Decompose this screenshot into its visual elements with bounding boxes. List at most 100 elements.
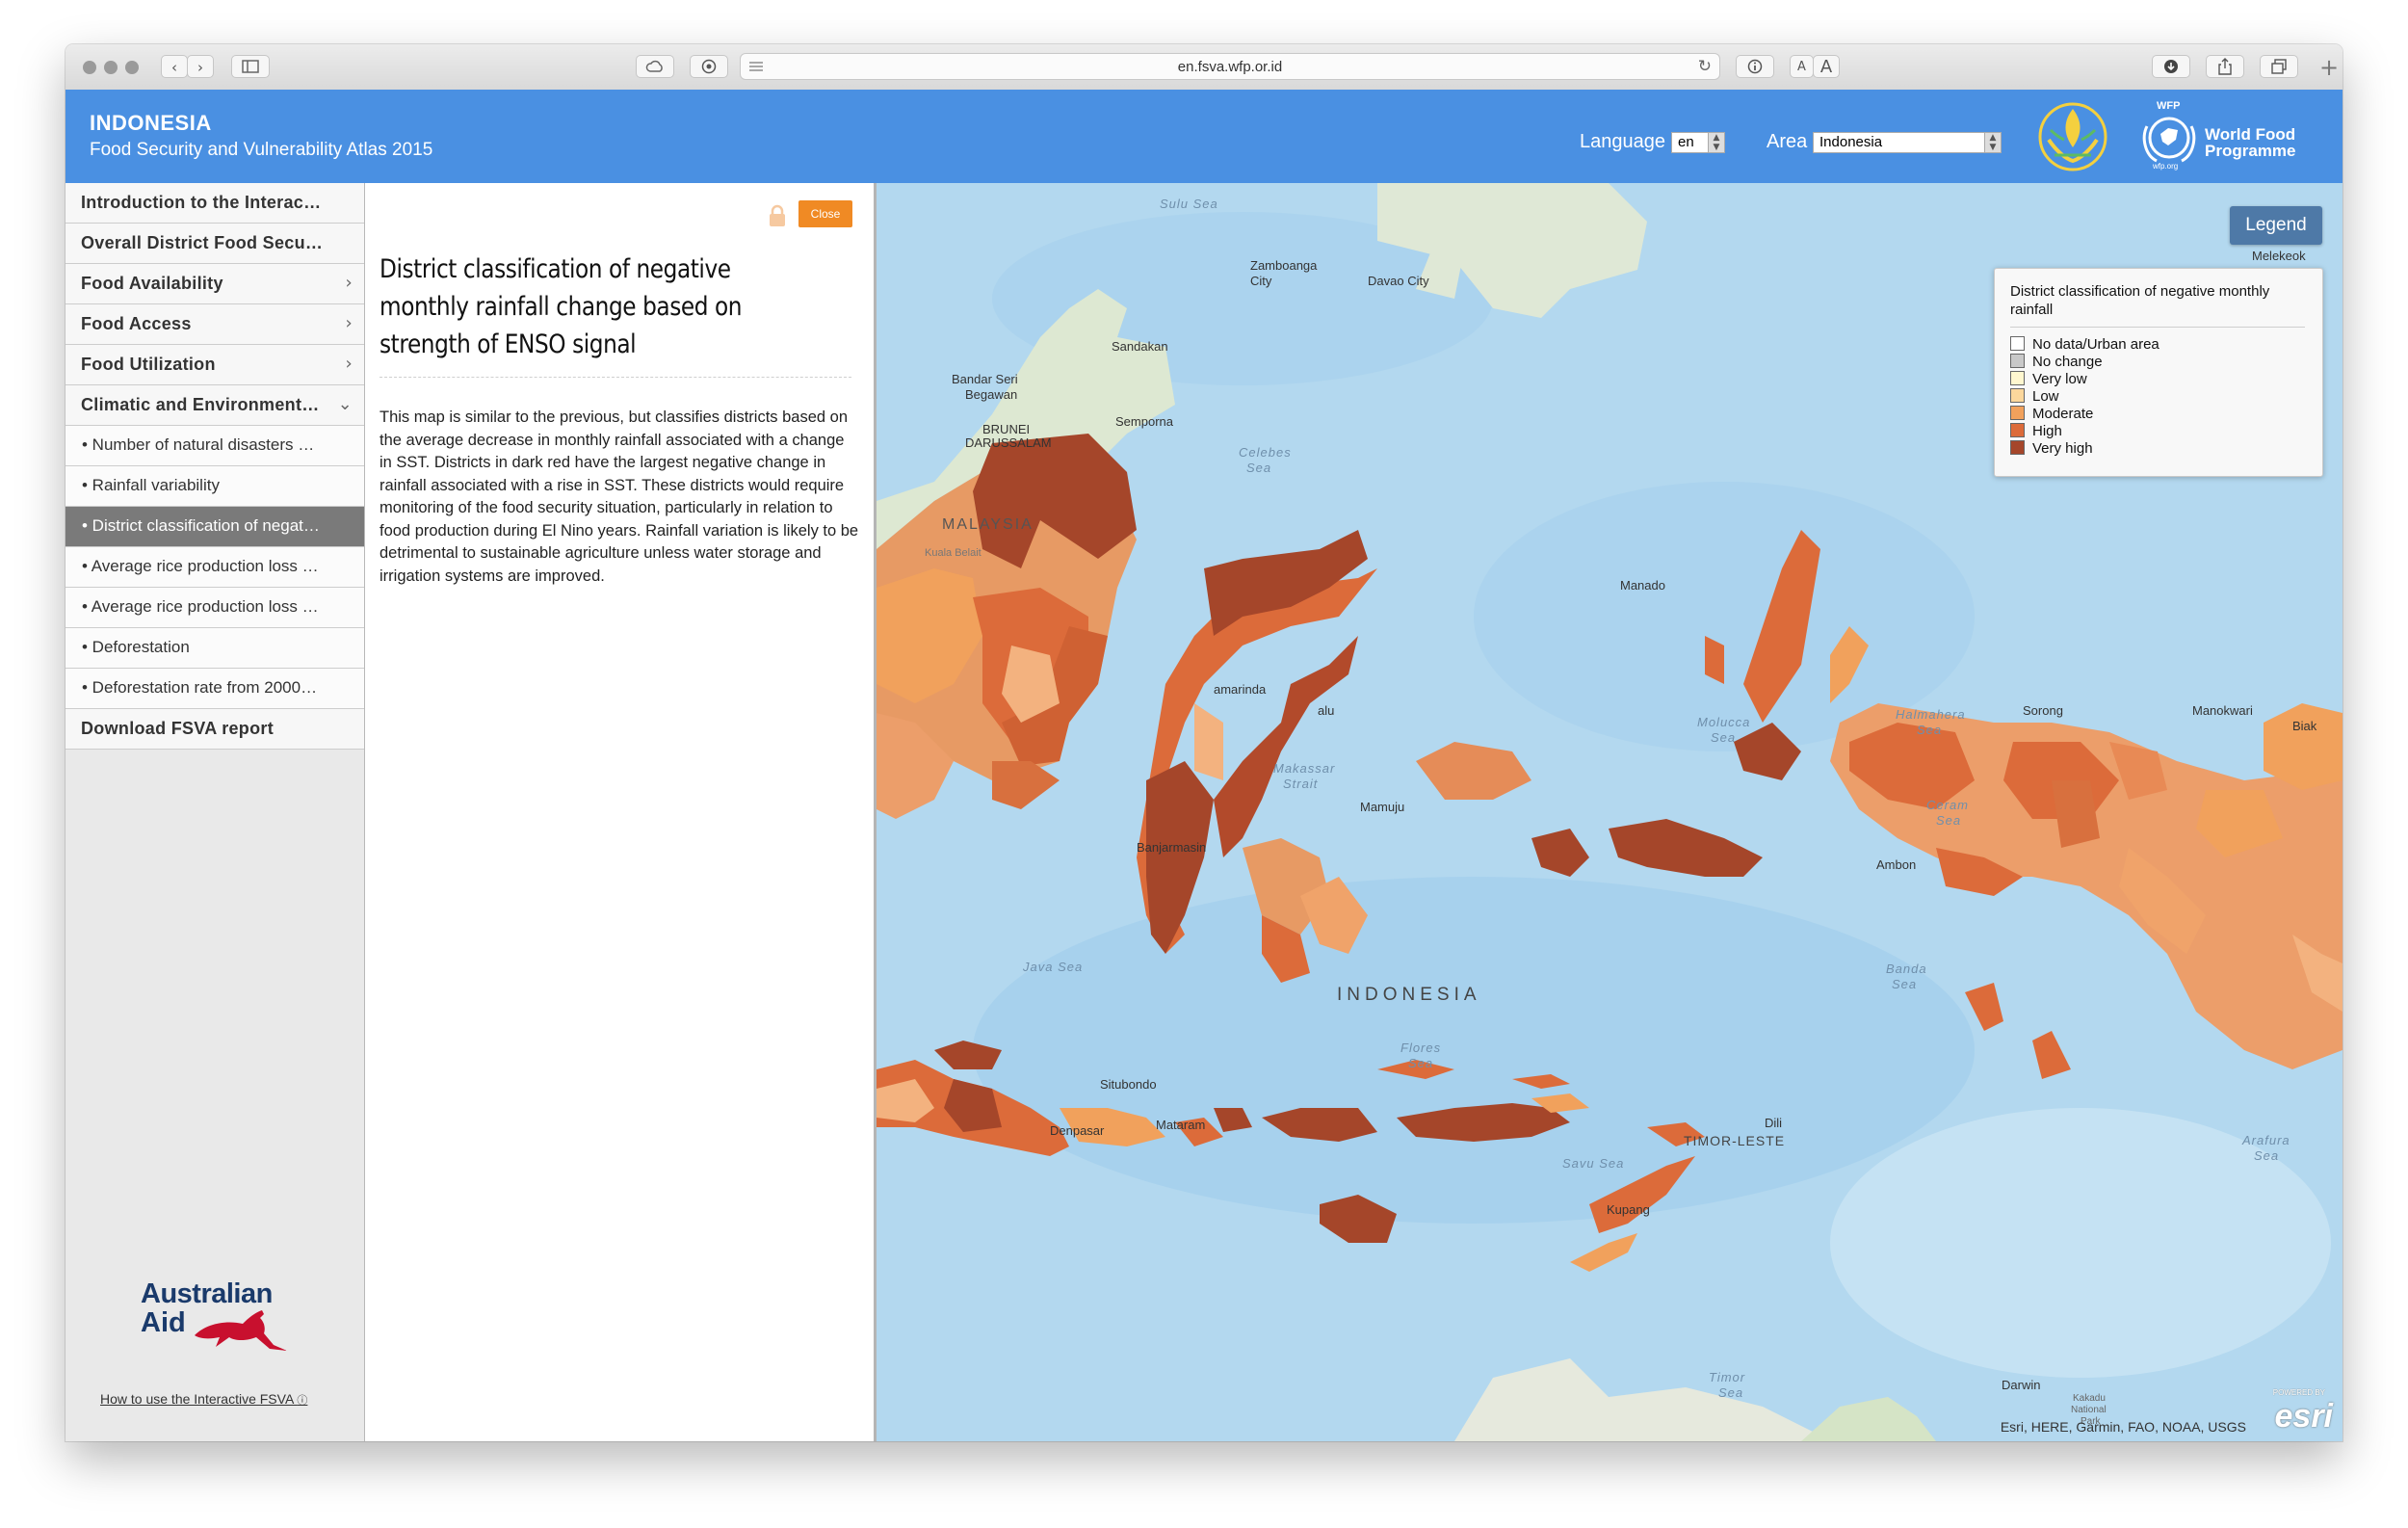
sidebar-item-label: Download FSVA report bbox=[81, 719, 275, 738]
legend-swatch bbox=[2010, 388, 2025, 403]
text-smaller-button[interactable]: A bbox=[1790, 55, 1814, 78]
legend-label: No data/Urban area bbox=[2032, 336, 2159, 353]
sidebar-item-food-access[interactable]: Food Access › bbox=[65, 304, 364, 345]
sidebar-item-introduction[interactable]: Introduction to the Interac… bbox=[65, 183, 364, 224]
back-button[interactable]: ‹ bbox=[161, 55, 188, 78]
map-label-ceram-sea: Sea bbox=[1936, 813, 1962, 828]
sidebar-item-download-report[interactable]: Download FSVA report bbox=[65, 709, 364, 750]
sidebar-subitem-rainfall-variability[interactable]: • Rainfall variability bbox=[65, 466, 364, 507]
sidebar-item-overall-district[interactable]: Overall District Food Secu… bbox=[65, 224, 364, 264]
language-select[interactable]: en ▲ ▼ bbox=[1671, 132, 1725, 153]
map-view[interactable]: Sulu Sea Zamboanga City Davao City Melek… bbox=[877, 183, 2343, 1441]
map-label-sorong: Sorong bbox=[2023, 703, 2063, 718]
close-panel-button[interactable]: Close bbox=[798, 200, 852, 227]
map-label-palu: alu bbox=[1318, 703, 1335, 718]
sidebar-subitem-district-classification[interactable]: • District classification of negat… bbox=[65, 507, 364, 547]
address-bar[interactable]: en.fsva.wfp.or.id ↻ bbox=[740, 53, 1720, 80]
map-label-mataram: Mataram bbox=[1156, 1118, 1206, 1132]
map-label-melekeok: Melekeok bbox=[2252, 249, 2306, 263]
sidebar-item-label: • District classification of negat… bbox=[82, 516, 320, 535]
url-text: en.fsva.wfp.or.id bbox=[1177, 59, 1283, 75]
map-label-dili: Dili bbox=[1765, 1116, 1783, 1130]
select-arrows-icon: ▲ ▼ bbox=[1984, 133, 2001, 152]
map-label-makassar: Makassar bbox=[1273, 761, 1336, 776]
sidebar-item-climatic-environment[interactable]: Climatic and Environment… ⌄ bbox=[65, 385, 364, 426]
sidebar-toggle-button[interactable] bbox=[231, 55, 270, 78]
chevron-right-icon: › bbox=[345, 273, 353, 293]
legend-label: Low bbox=[2032, 388, 2059, 405]
legend-button[interactable]: Legend bbox=[2230, 206, 2322, 245]
share-button[interactable] bbox=[2206, 55, 2244, 78]
map-label-halmahera: Halmahera bbox=[1896, 707, 1966, 722]
area-value: Indonesia bbox=[1819, 134, 1883, 150]
sidebar-item-food-availability[interactable]: Food Availability › bbox=[65, 264, 364, 304]
sidebar-item-label: Introduction to the Interac… bbox=[81, 193, 322, 212]
help-link[interactable]: How to use the Interactive FSVA ⓘ bbox=[100, 1391, 307, 1408]
sidebar-item-label: • Average rice production loss … bbox=[82, 597, 319, 616]
map-label-mamuju: Mamuju bbox=[1360, 800, 1405, 814]
map-label-manokwari: Manokwari bbox=[2192, 703, 2253, 718]
sidebar-item-label: • Deforestation rate from 2000… bbox=[82, 678, 318, 697]
wfp-line2: Programme bbox=[2205, 142, 2296, 160]
esri-powered-text: POWERED BY bbox=[2272, 1388, 2325, 1397]
reload-icon[interactable]: ↻ bbox=[1698, 57, 1712, 76]
tabs-overview-button[interactable] bbox=[2260, 55, 2298, 78]
privacy-button[interactable] bbox=[690, 55, 728, 78]
map-label-darussalam: DARUSSALAM bbox=[965, 435, 1052, 450]
legend-label: High bbox=[2032, 423, 2062, 439]
lock-icon[interactable] bbox=[768, 204, 787, 227]
info-panel: Close District classification of negativ… bbox=[365, 183, 877, 1441]
map-label-banjarmasin: Banjarmasin bbox=[1137, 840, 1207, 855]
text-larger-button[interactable]: A bbox=[1813, 55, 1840, 78]
sidebar-subitem-natural-disasters[interactable]: • Number of natural disasters … bbox=[65, 426, 364, 466]
sidebar-subitem-rice-loss-2[interactable]: • Average rice production loss … bbox=[65, 588, 364, 628]
legend-swatch bbox=[2010, 440, 2025, 455]
legend-label: Very low bbox=[2032, 371, 2087, 387]
new-tab-button[interactable]: + bbox=[2319, 48, 2339, 87]
sidebar-subitem-deforestation[interactable]: • Deforestation bbox=[65, 628, 364, 669]
sidebar-item-food-utilization[interactable]: Food Utilization › bbox=[65, 345, 364, 385]
sidebar-item-label: Food Utilization bbox=[81, 355, 216, 374]
legend-title: District classification of negative mont… bbox=[2010, 283, 2270, 318]
map-label-semporna: Semporna bbox=[1115, 414, 1173, 429]
kangaroo-icon bbox=[195, 1310, 287, 1351]
sidebar-subitem-rice-loss-1[interactable]: • Average rice production loss … bbox=[65, 547, 364, 588]
map-legend: District classification of negative mont… bbox=[1994, 268, 2323, 477]
sidebar-subitem-deforestation-rate[interactable]: • Deforestation rate from 2000… bbox=[65, 669, 364, 709]
zoom-window-button[interactable] bbox=[125, 61, 139, 74]
sidebar-item-label: Food Availability bbox=[81, 274, 223, 293]
map-label-darwin: Darwin bbox=[2002, 1378, 2041, 1392]
ministry-emblem-icon bbox=[2038, 102, 2107, 171]
legend-item: Moderate bbox=[2010, 406, 2093, 423]
chevron-right-icon: › bbox=[345, 354, 353, 374]
minimize-window-button[interactable] bbox=[104, 61, 118, 74]
legend-item: Low bbox=[2010, 388, 2059, 406]
legend-label: Moderate bbox=[2032, 406, 2094, 422]
help-link-text: How to use the Interactive FSVA bbox=[100, 1391, 294, 1407]
map-label-java-sea: Java Sea bbox=[1023, 960, 1084, 974]
legend-item: Very low bbox=[2010, 371, 2087, 388]
downloads-button[interactable] bbox=[2152, 55, 2190, 78]
map-label-timor-leste: TIMOR-LESTE bbox=[1684, 1133, 1786, 1148]
wfp-acronym: WFP bbox=[2157, 100, 2180, 112]
icloud-tabs-button[interactable] bbox=[636, 55, 674, 78]
area-select[interactable]: Indonesia ▲ ▼ bbox=[1813, 132, 2002, 153]
map-label-indonesia: INDONESIA bbox=[1337, 985, 1481, 1005]
map-label-sulu-sea: Sulu Sea bbox=[1160, 197, 1218, 211]
forward-button[interactable]: › bbox=[187, 55, 214, 78]
tabs-icon bbox=[2271, 59, 2287, 74]
map-label-timor: Timor bbox=[1709, 1370, 1746, 1384]
app-subtitle: Food Security and Vulnerability Atlas 20… bbox=[90, 140, 433, 160]
info-button[interactable] bbox=[1736, 55, 1774, 78]
legend-swatch bbox=[2010, 354, 2025, 368]
app-header: INDONESIA Food Security and Vulnerabilit… bbox=[65, 90, 2343, 183]
map-label-national: National bbox=[2071, 1405, 2107, 1415]
legend-swatch bbox=[2010, 406, 2025, 420]
map-label-molucca: Molucca bbox=[1697, 715, 1751, 729]
chevron-left-icon: ‹ bbox=[171, 59, 177, 76]
map-label-malaysia: MALAYSIA bbox=[942, 516, 1034, 533]
map-label-samarinda: amarinda bbox=[1214, 682, 1267, 697]
map-label-zamboanga: Zamboanga bbox=[1250, 258, 1318, 273]
close-window-button[interactable] bbox=[83, 61, 96, 74]
esri-logo[interactable]: esri bbox=[2275, 1398, 2334, 1436]
